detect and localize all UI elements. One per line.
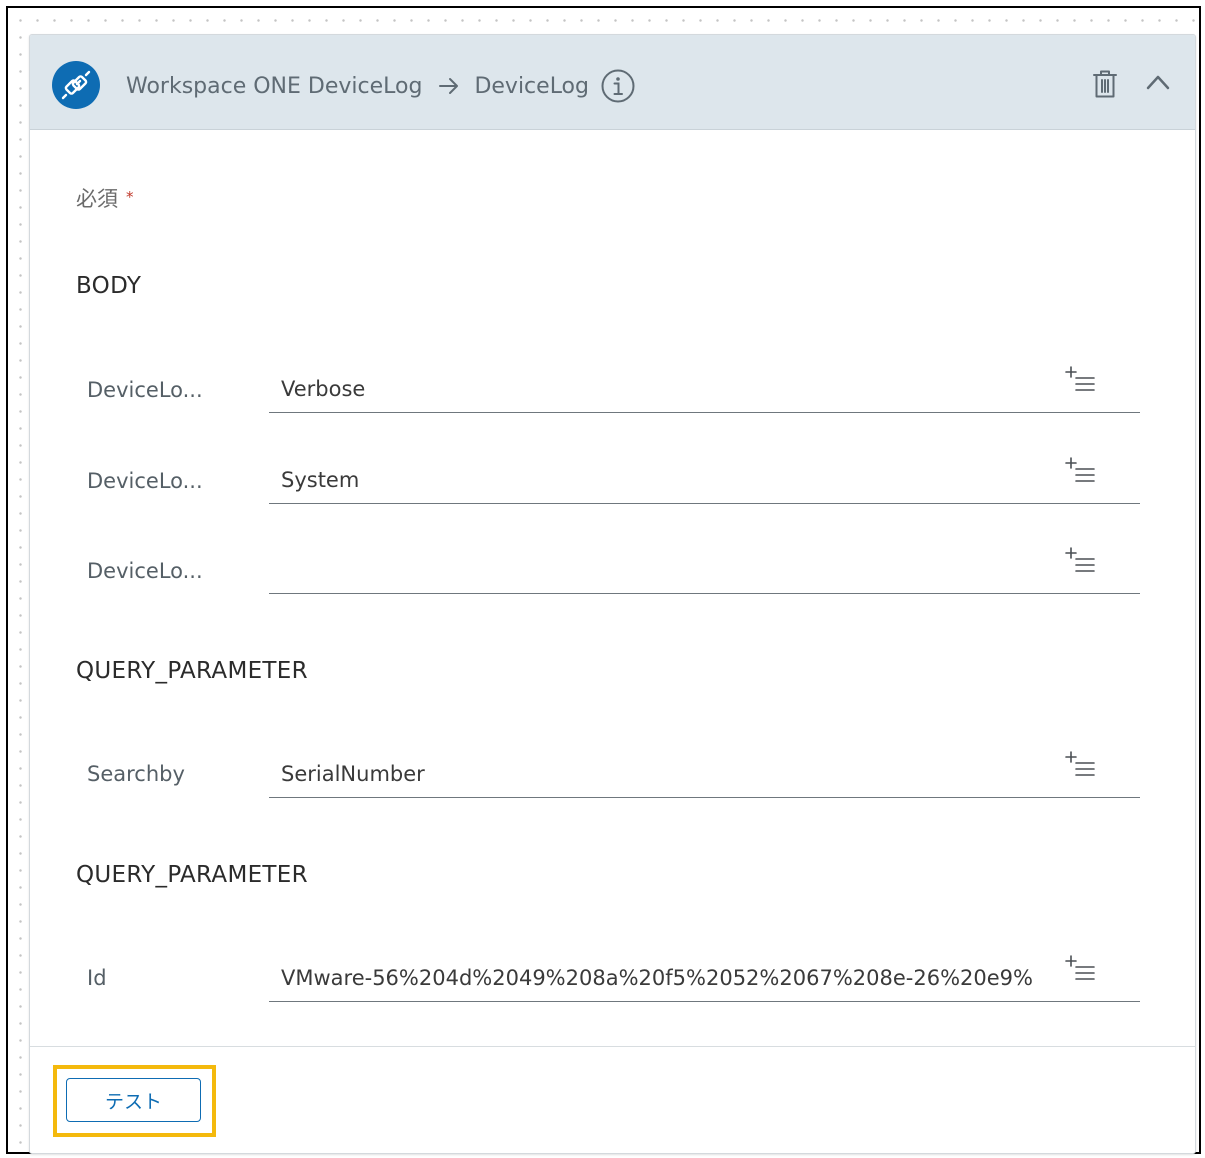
device-log-type-input[interactable]: System: [269, 457, 1140, 504]
arrow-right-icon: [438, 76, 460, 96]
add-list-icon[interactable]: [1065, 750, 1097, 784]
section-title-query-parameter: QUERY_PARAMETER: [76, 658, 308, 684]
add-list-icon[interactable]: [1065, 365, 1097, 399]
required-label: 必須: [76, 187, 118, 211]
field-value: System: [281, 468, 360, 492]
chevron-up-icon[interactable]: [1145, 73, 1171, 95]
field-value: Verbose: [281, 377, 366, 401]
action-name: DeviceLog: [474, 73, 589, 99]
device-log-third-input[interactable]: [269, 547, 1140, 594]
add-list-icon[interactable]: [1065, 954, 1097, 988]
required-mark: *: [126, 188, 134, 206]
field-label: DeviceLo...: [87, 378, 203, 402]
add-list-icon[interactable]: [1065, 546, 1097, 580]
field-value: VMware-56%204d%2049%208a%20f5%2052%2067%…: [281, 966, 1033, 990]
action-card: Workspace ONE DeviceLog DeviceLog 必須 * B…: [29, 34, 1196, 1154]
info-icon[interactable]: [601, 69, 635, 103]
add-list-icon[interactable]: [1065, 456, 1097, 490]
trash-icon[interactable]: [1092, 69, 1118, 103]
test-button[interactable]: テスト: [66, 1078, 201, 1122]
plug-icon: [52, 61, 100, 109]
id-input[interactable]: VMware-56%204d%2049%208a%20f5%2052%2067%…: [269, 955, 1140, 1002]
connector-name: Workspace ONE DeviceLog: [126, 73, 423, 99]
field-value: SerialNumber: [281, 762, 425, 786]
card-header: Workspace ONE DeviceLog DeviceLog: [30, 35, 1195, 130]
field-label: Searchby: [87, 762, 185, 786]
field-label: DeviceLo...: [87, 469, 203, 493]
page-frame: Workspace ONE DeviceLog DeviceLog 必須 * B…: [6, 6, 1201, 1154]
breadcrumb: Workspace ONE DeviceLog DeviceLog: [126, 69, 635, 103]
section-title-body: BODY: [76, 273, 142, 299]
footer-divider: [30, 1046, 1195, 1047]
device-log-level-input[interactable]: Verbose: [269, 366, 1140, 413]
field-label: Id: [87, 966, 107, 990]
required-legend: 必須 *: [76, 183, 134, 213]
searchby-input[interactable]: SerialNumber: [269, 751, 1140, 798]
field-label: DeviceLo...: [87, 559, 203, 583]
section-title-query-parameter: QUERY_PARAMETER: [76, 862, 308, 888]
